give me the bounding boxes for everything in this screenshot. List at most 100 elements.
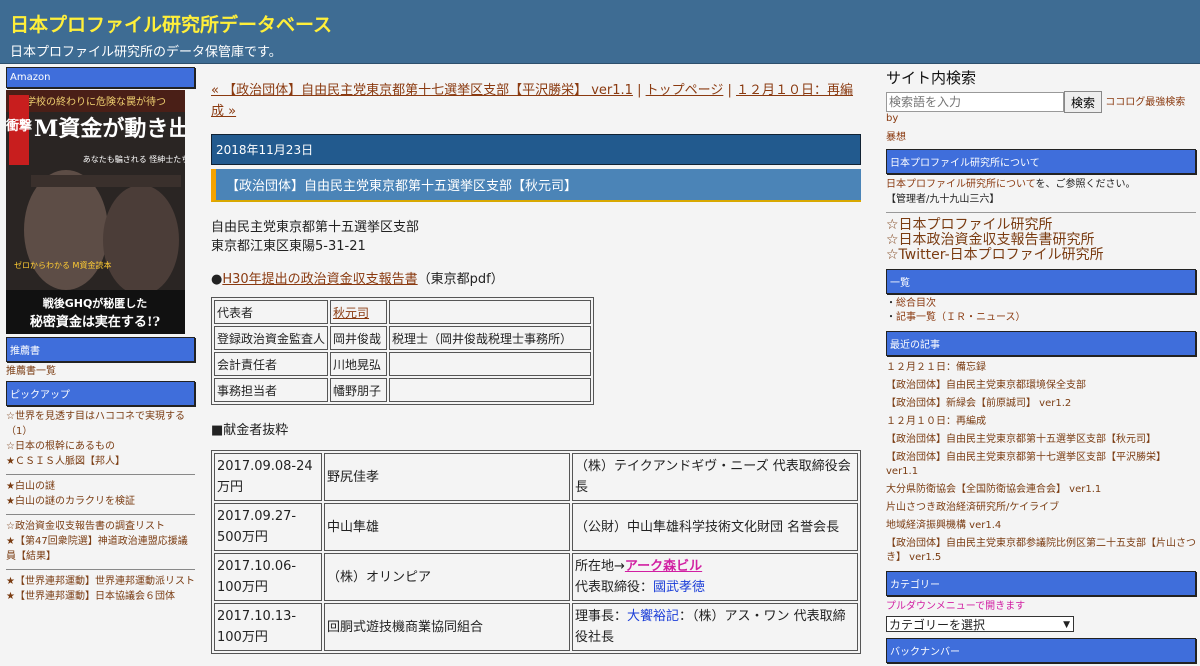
search-input[interactable] [886, 92, 1064, 112]
recent-post-link[interactable]: 【政治団体】自由民主党東京都参議院比例区第二十五支部【片山さつき】 ver1.5 [886, 537, 1196, 565]
org-info: 自由民主党東京都第十五選挙区支部 東京都江東区東陽5-31-21 [211, 218, 861, 256]
list-link[interactable]: 総合目次 [896, 298, 936, 309]
donors-table: 2017.09.08-24万円 野尻佳孝 （株）テイクアンドギヴ・ニーズ 代表取… [211, 450, 861, 654]
pickup-link[interactable]: ★【第47回衆院選】神道政治連盟応援議員【結果】 [6, 534, 195, 564]
pickup-link[interactable]: ☆世界を見透す目はハココネで実現する（1） [6, 409, 195, 439]
about-link[interactable]: 日本プロファイル研究所について [886, 179, 1036, 190]
pickup-link[interactable]: ★ＣＳＩＳ人脈図【邦人】 [6, 454, 195, 469]
pickup-link[interactable]: ★白山の謎 [6, 479, 195, 494]
book-cover-image[interactable]: 学校の終わりに危険な罠が待つ 衝撃 M資金が動き出す あなたも騙される 怪紳士た… [6, 90, 185, 334]
search-button[interactable]: 検索 [1064, 91, 1103, 113]
donor-detail: 所在地→アーク森ビル 代表取締役：國武孝徳 [572, 553, 858, 601]
recommend-list-link[interactable]: 推薦書一覧 [6, 364, 195, 379]
officers-table: 代表者 秋元司 登録政治資金監査人 岡井俊哉 税理士（岡井俊哉税理士事務所） 会… [211, 297, 595, 405]
table-row: 代表者 秋元司 [214, 300, 592, 324]
search-credit-author[interactable]: 暴想 [886, 128, 1196, 143]
book-cover-tag: ゼロからわかる M資金読本 [14, 260, 111, 270]
left-sidebar: Amazon 学校の終わりに危険な罠が待つ 衝撃 M資金が動き出す あなたも騙さ… [6, 67, 195, 604]
divider [886, 212, 1196, 213]
site-header: 日本プロファイル研究所データベース 日本プロファイル研究所のデータ保管庫です。 [0, 0, 1200, 64]
officer-note [389, 378, 592, 402]
table-row: 2017.09.08-24万円 野尻佳孝 （株）テイクアンドギヴ・ニーズ 代表取… [214, 453, 858, 501]
site-title[interactable]: 日本プロファイル研究所データベース [10, 0, 1190, 37]
divider [6, 474, 195, 475]
donor-detail-text: 理事長： [575, 609, 628, 624]
backnumber-heading: バックナンバー [886, 638, 1196, 663]
report-link[interactable]: H30年提出の政治資金収支報告書 [222, 272, 417, 287]
list-link[interactable]: 記事一覧（ＩＲ・ニュース） [896, 312, 1026, 323]
officer-role: 登録政治資金監査人 [214, 326, 329, 350]
report-line: ●H30年提出の政治資金収支報告書（東京都pdf） [211, 270, 861, 289]
site-link[interactable]: ☆Twitter-日本プロファイル研究所 [886, 248, 1196, 263]
org-name: 自由民主党東京都第十五選挙区支部 [211, 220, 420, 235]
search-title: サイト内検索 [886, 69, 977, 87]
book-kicker: 学校の終わりに危険な罠が待つ [26, 95, 166, 108]
recent-post-link[interactable]: 大分県防衛協会【全国防衛協会連合会】 ver1.1 [886, 481, 1196, 499]
post-navigation: « 【政治団体】自由民主党東京都第十七選挙区支部【平沢勝栄】 ver1.1 | … [211, 80, 861, 122]
person-link[interactable]: 大饗裕記 [627, 609, 679, 624]
post-title[interactable]: 【政治団体】自由民主党東京都第十五選挙区支部【秋元司】 [211, 169, 861, 202]
officer-role: 事務担当者 [214, 378, 329, 402]
pickup-link[interactable]: ★【世界連邦運動】世界連邦運動派リスト [6, 574, 195, 589]
nav-separator: | [632, 83, 646, 98]
divider [6, 569, 195, 570]
officer-name: 幡野朋子 [330, 378, 388, 402]
table-row: 2017.10.06-100万円 （株）オリンピア 所在地→アーク森ビル 代表取… [214, 553, 858, 601]
book-cover-side: あなたも騙される 怪紳士たちの殺し文句 [83, 154, 185, 164]
admin-name: 【管理者/九十九山三六】 [886, 194, 1000, 205]
recent-post-link[interactable]: 【政治団体】自由民主党東京都第十五選挙区支部【秋元司】 [886, 431, 1196, 449]
site-link[interactable]: ☆日本プロファイル研究所 [886, 218, 1196, 233]
recent-post-link[interactable]: 【政治団体】新緑会【前原誠司】 ver1.2 [886, 395, 1196, 413]
top-page-link[interactable]: トップページ [646, 83, 724, 98]
building-link[interactable]: アーク森ビル [625, 559, 702, 574]
officer-role: 会計責任者 [214, 352, 329, 376]
site-link[interactable]: ☆日本政治資金収支報告書研究所 [886, 233, 1196, 248]
recent-post-link[interactable]: 【政治団体】自由民主党東京都第十七選挙区支部【平沢勝栄】 ver1.1 [886, 451, 1196, 479]
book-cover-title: M資金が動き出す [34, 116, 185, 142]
org-address: 東京都江東区東陽5-31-21 [211, 239, 366, 254]
officer-note [389, 300, 592, 324]
recent-post-link[interactable]: １２月２１日：備忘録 [886, 359, 1196, 377]
table-row: 登録政治資金監査人 岡井俊哉 税理士（岡井俊哉税理士事務所） [214, 326, 592, 350]
recommend-heading: 推薦書 [6, 337, 195, 362]
main-content: « 【政治団体】自由民主党東京都第十七選挙区支部【平沢勝栄】 ver1.1 | … [211, 80, 861, 654]
about-heading: 日本プロファイル研究所について [886, 149, 1196, 174]
donor-heading: ■献金者抜粋 [211, 423, 289, 438]
pickup-link[interactable]: ★【世界連邦運動】日本協議会６団体 [6, 589, 195, 604]
pickup-link[interactable]: ★白山の謎のカラクリを検証 [6, 494, 195, 509]
list-heading: 一覧 [886, 269, 1196, 294]
donor-detail: 理事長：大饗裕記：（株）アス・ワン 代表取締役社長 [572, 603, 858, 651]
divider [6, 514, 195, 515]
donor-name: 野尻佳孝 [324, 453, 570, 501]
pickup-link[interactable]: ☆日本の根幹にあるもの [6, 439, 195, 454]
officer-name: 岡井俊哉 [330, 326, 388, 350]
donor-detail: （公財）中山隼雄科学技術文化財団 名誉会長 [572, 503, 858, 551]
recent-post-link[interactable]: 【政治団体】自由民主党東京都環境保全支部 [886, 377, 1196, 395]
recent-heading: 最近の記事 [886, 331, 1196, 356]
donor-name: 回胴式遊技機商業協同組合 [324, 603, 570, 651]
table-row: 会計責任者 川地晃弘 [214, 352, 592, 376]
nav-separator: | [723, 83, 736, 98]
officer-note: 税理士（岡井俊哉税理士事務所） [389, 326, 592, 350]
recent-posts: １２月２１日：備忘録 【政治団体】自由民主党東京都環境保全支部 【政治団体】新緑… [886, 359, 1196, 565]
book-cover-bottom2: 秘密資金は実在する!? [30, 314, 161, 330]
about-text: 日本プロファイル研究所についてを、ご参照ください。 [886, 177, 1196, 192]
recent-post-link[interactable]: １２月１０日：再編成 [886, 413, 1196, 431]
donor-date: 2017.10.13-100万円 [214, 603, 322, 651]
donor-detail: （株）テイクアンドギヴ・ニーズ 代表取締役会長 [572, 453, 858, 501]
pickup-link[interactable]: ☆政治資金収支報告書の調査リスト [6, 519, 195, 534]
report-note: （東京都pdf） [417, 272, 504, 287]
list-items: ・総合目次 ・記事一覧（ＩＲ・ニュース） [886, 298, 1026, 323]
about-rest: を、ご参照ください。 [1035, 179, 1136, 190]
officer-name-cell: 秋元司 [330, 300, 388, 324]
prev-post-link[interactable]: « 【政治団体】自由民主党東京都第十七選挙区支部【平沢勝栄】 ver1.1 [211, 83, 633, 98]
officer-note [389, 352, 592, 376]
donor-detail-text: 代表取締役： [575, 580, 654, 595]
officer-name-link[interactable]: 秋元司 [333, 306, 369, 320]
recent-post-link[interactable]: 片山さつき政治経済研究所/ケイライブ [886, 499, 1196, 517]
officer-name: 川地晃弘 [330, 352, 388, 376]
recent-post-link[interactable]: 地域経済振興機構 ver1.4 [886, 517, 1196, 535]
person-link[interactable]: 國武孝徳 [653, 580, 705, 595]
search-form: 検索 ココログ最強検索 by [886, 91, 1196, 124]
donor-date: 2017.09.27-500万円 [214, 503, 322, 551]
